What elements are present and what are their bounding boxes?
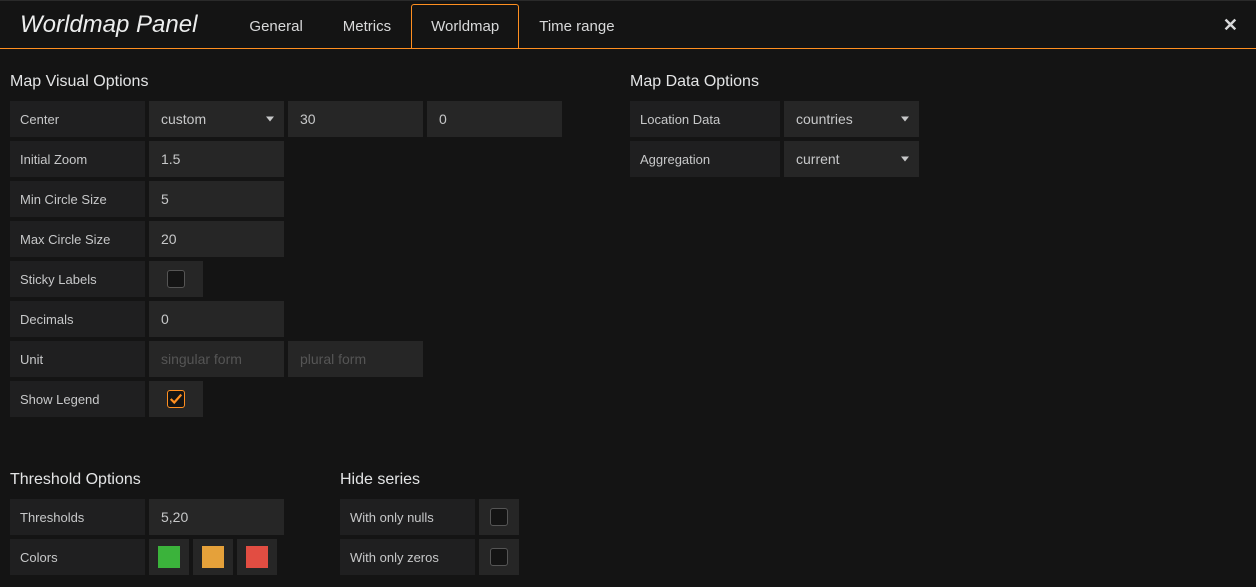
unit-plural-input[interactable] [288,341,423,377]
tab-metrics[interactable]: Metrics [323,4,411,49]
chevron-down-icon [901,117,909,122]
location-data-value: countries [796,111,853,127]
color-swatch-2-wrap [193,539,233,575]
visual-options-section: Map Visual Options Center custom Initial… [10,73,630,421]
center-lon-input[interactable] [427,101,562,137]
panel-header: Worldmap Panel General Metrics Worldmap … [0,1,1256,49]
editor-panel: Worldmap Panel General Metrics Worldmap … [0,0,1256,587]
center-select[interactable]: custom [149,101,284,137]
tab-time-range[interactable]: Time range [519,4,634,49]
min-circle-input[interactable] [149,181,284,217]
threshold-options-section: Threshold Options Thresholds Colors [10,471,340,579]
unit-label: Unit [10,341,145,377]
hide-series-title: Hide series [340,471,523,489]
aggregation-select[interactable]: current [784,141,919,177]
tab-general[interactable]: General [229,4,322,49]
tab-bar: General Metrics Worldmap Time range [229,1,634,49]
only-zeros-checkbox-wrap [479,539,519,575]
colors-label: Colors [10,539,145,575]
threshold-options-title: Threshold Options [10,471,340,489]
chevron-down-icon [901,157,909,162]
tab-worldmap[interactable]: Worldmap [411,4,519,49]
show-legend-checkbox[interactable] [167,390,185,408]
thresholds-input[interactable] [149,499,284,535]
only-nulls-checkbox[interactable] [490,508,508,526]
sticky-labels-label: Sticky Labels [10,261,145,297]
location-data-select[interactable]: countries [784,101,919,137]
sticky-labels-checkbox[interactable] [167,270,185,288]
show-legend-label: Show Legend [10,381,145,417]
max-circle-input[interactable] [149,221,284,257]
decimals-input[interactable] [149,301,284,337]
max-circle-label: Max Circle Size [10,221,145,257]
min-circle-label: Min Circle Size [10,181,145,217]
sticky-labels-checkbox-wrap [149,261,203,297]
decimals-label: Decimals [10,301,145,337]
color-swatch-2[interactable] [202,546,224,568]
thresholds-label: Thresholds [10,499,145,535]
visual-options-title: Map Visual Options [10,73,630,91]
location-data-label: Location Data [630,101,780,137]
color-swatch-1[interactable] [158,546,180,568]
only-nulls-checkbox-wrap [479,499,519,535]
data-options-title: Map Data Options [630,73,923,91]
center-lat-input[interactable] [288,101,423,137]
panel-title: Worldmap Panel [12,11,209,39]
data-options-section: Map Data Options Location Data countries… [630,73,923,421]
only-nulls-label: With only nulls [340,499,475,535]
aggregation-label: Aggregation [630,141,780,177]
hide-series-section: Hide series With only nulls With only ze… [340,471,523,579]
panel-body: Map Visual Options Center custom Initial… [0,49,1256,587]
unit-singular-input[interactable] [149,341,284,377]
show-legend-checkbox-wrap [149,381,203,417]
initial-zoom-label: Initial Zoom [10,141,145,177]
close-icon[interactable]: ✕ [1223,15,1238,36]
only-zeros-checkbox[interactable] [490,548,508,566]
center-label: Center [10,101,145,137]
center-select-value: custom [161,111,206,127]
initial-zoom-input[interactable] [149,141,284,177]
color-swatch-3[interactable] [246,546,268,568]
only-zeros-label: With only zeros [340,539,475,575]
color-swatch-1-wrap [149,539,189,575]
chevron-down-icon [266,117,274,122]
aggregation-value: current [796,151,840,167]
color-swatch-3-wrap [237,539,277,575]
tab-underline [0,48,1256,49]
